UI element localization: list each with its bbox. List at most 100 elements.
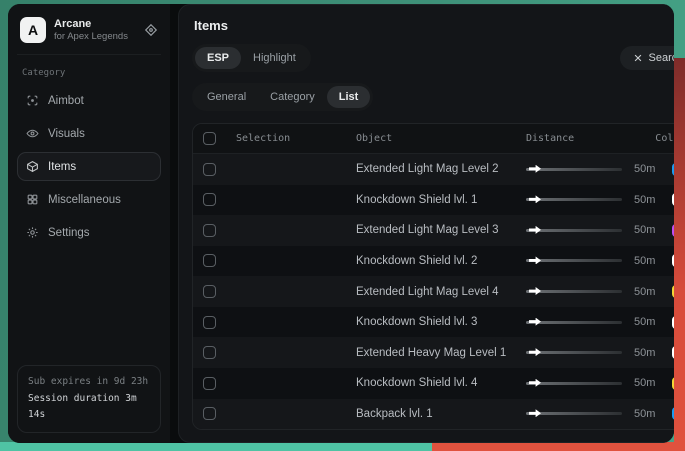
sidebar-item-settings[interactable]: Settings — [17, 218, 161, 247]
box-icon — [26, 160, 39, 173]
distance-value: 50m — [634, 255, 655, 267]
sidebar-item-miscellaneous[interactable]: Miscellaneous — [17, 185, 161, 214]
distance-value: 50m — [634, 224, 655, 236]
table-row: Extended Light Mag Level 2 50m — [193, 154, 674, 185]
slider-knob[interactable] — [529, 287, 541, 295]
distance-cell: 50m — [526, 194, 655, 206]
row-checkbox[interactable] — [203, 346, 216, 359]
distance-value: 50m — [634, 377, 655, 389]
tab-list[interactable]: List — [327, 86, 371, 108]
mode-tab-group: ESP Highlight — [192, 44, 311, 72]
object-name: Extended Light Mag Level 2 — [356, 163, 526, 175]
distance-cell: 50m — [526, 377, 655, 389]
distance-cell: 50m — [526, 163, 655, 175]
app-logo-header: A Arcane for Apex Legends — [17, 13, 161, 55]
color-swatch[interactable] — [672, 193, 674, 206]
sidebar-item-visuals[interactable]: Visuals — [17, 119, 161, 148]
background-teal-strip — [0, 442, 432, 451]
crosshair-icon — [26, 94, 39, 107]
eye-icon — [26, 127, 39, 140]
color-swatch[interactable] — [672, 224, 674, 237]
row-checkbox[interactable] — [203, 254, 216, 267]
tab-highlight[interactable]: Highlight — [241, 47, 308, 69]
search-button-label: Search — [649, 52, 674, 64]
distance-slider[interactable] — [526, 321, 622, 324]
color-swatch[interactable] — [672, 377, 674, 390]
color-swatch[interactable] — [672, 316, 674, 329]
object-name: Extended Light Mag Level 3 — [356, 224, 526, 236]
distance-slider[interactable] — [526, 259, 622, 262]
tab-general[interactable]: General — [195, 86, 258, 108]
slider-knob[interactable] — [529, 318, 541, 326]
row-checkbox[interactable] — [203, 407, 216, 420]
compass-diamond-icon[interactable] — [144, 23, 158, 37]
table-row: Knockdown Shield lvl. 2 50m — [193, 246, 674, 277]
table-header-row: Selection Object Distance Color — [193, 124, 674, 154]
distance-cell: 50m — [526, 347, 655, 359]
color-swatch[interactable] — [672, 346, 674, 359]
table-row: Knockdown Shield lvl. 1 50m — [193, 185, 674, 216]
object-name: Knockdown Shield lvl. 1 — [356, 194, 526, 206]
slider-knob[interactable] — [529, 256, 541, 264]
tab-category[interactable]: Category — [258, 86, 327, 108]
distance-slider[interactable] — [526, 168, 622, 171]
grid-icon — [26, 193, 39, 206]
distance-slider[interactable] — [526, 229, 622, 232]
slider-knob[interactable] — [529, 165, 541, 173]
background-red-strip-right — [674, 58, 685, 451]
distance-cell: 50m — [526, 316, 655, 328]
sidebar-item-items[interactable]: Items — [17, 152, 161, 181]
slider-knob[interactable] — [529, 195, 541, 203]
app-window: A Arcane for Apex Legends Category — [8, 4, 674, 443]
table-row: Extended Light Mag Level 4 50m — [193, 276, 674, 307]
select-all-checkbox[interactable] — [203, 132, 216, 145]
slider-knob[interactable] — [529, 226, 541, 234]
sidebar-item-label: Visuals — [48, 128, 85, 140]
app-subtitle: for Apex Legends — [54, 31, 128, 42]
object-name: Knockdown Shield lvl. 4 — [356, 377, 526, 389]
view-toolbar: General Category List — [192, 83, 674, 111]
distance-slider[interactable] — [526, 198, 622, 201]
row-checkbox[interactable] — [203, 193, 216, 206]
slider-knob[interactable] — [529, 379, 541, 387]
sidebar: A Arcane for Apex Legends Category — [8, 4, 170, 443]
sidebar-item-label: Items — [48, 161, 76, 173]
distance-value: 50m — [634, 163, 655, 175]
row-checkbox[interactable] — [203, 285, 216, 298]
gear-icon — [26, 226, 39, 239]
color-swatch[interactable] — [672, 163, 674, 176]
slider-knob[interactable] — [529, 409, 541, 417]
tab-esp[interactable]: ESP — [195, 47, 241, 69]
object-name: Knockdown Shield lvl. 3 — [356, 316, 526, 328]
color-swatch[interactable] — [672, 254, 674, 267]
column-header-distance: Distance — [526, 133, 655, 144]
background-red-strip-bottom — [432, 442, 685, 451]
distance-value: 50m — [634, 347, 655, 359]
sidebar-item-label: Settings — [48, 227, 90, 239]
object-name: Extended Heavy Mag Level 1 — [356, 347, 526, 359]
color-swatch[interactable] — [672, 285, 674, 298]
row-checkbox[interactable] — [203, 377, 216, 390]
distance-slider[interactable] — [526, 290, 622, 293]
table-row: Extended Light Mag Level 3 50m — [193, 215, 674, 246]
color-swatch[interactable] — [672, 407, 674, 420]
x-icon — [633, 53, 643, 63]
row-checkbox[interactable] — [203, 224, 216, 237]
items-table: Selection Object Distance Color Extended… — [192, 123, 674, 430]
distance-value: 50m — [634, 286, 655, 298]
distance-slider[interactable] — [526, 382, 622, 385]
distance-cell: 50m — [526, 286, 655, 298]
row-checkbox[interactable] — [203, 163, 216, 176]
table-row: Knockdown Shield lvl. 4 50m — [193, 368, 674, 399]
search-button[interactable]: Search — [620, 46, 674, 70]
column-header-color: Color — [655, 133, 674, 144]
slider-knob[interactable] — [529, 348, 541, 356]
distance-slider[interactable] — [526, 412, 622, 415]
app-logo: A — [20, 17, 46, 43]
distance-cell: 50m — [526, 255, 655, 267]
row-checkbox[interactable] — [203, 316, 216, 329]
sidebar-item-aimbot[interactable]: Aimbot — [17, 86, 161, 115]
sidebar-item-label: Miscellaneous — [48, 194, 121, 206]
distance-slider[interactable] — [526, 351, 622, 354]
distance-value: 50m — [634, 408, 655, 420]
